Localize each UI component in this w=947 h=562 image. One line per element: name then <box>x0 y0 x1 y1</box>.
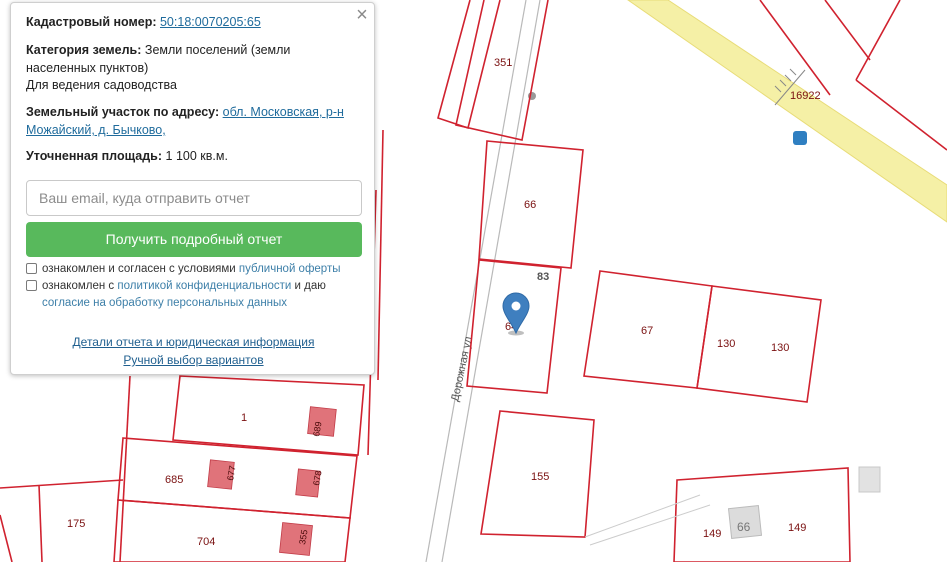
land-category-row: Категория земель: Земли поселений (земли <box>26 41 290 59</box>
get-report-button[interactable]: Получить подробный отчет <box>26 222 362 257</box>
bus-stop-icon <box>793 131 807 145</box>
address-row-line2: Можайский, д. Бычково, <box>26 121 166 139</box>
street-line <box>425 0 527 562</box>
plot-704 <box>113 499 351 562</box>
plot-label-149b: 149 <box>788 522 806 534</box>
privacy-consent-checkbox[interactable] <box>26 280 37 291</box>
plot-label-66: 66 <box>524 199 536 211</box>
offer-consent-label: ознакомлен и согласен с условиями <box>42 263 236 275</box>
privacy-policy-link[interactable]: политикой конфиденциальности <box>117 280 291 292</box>
plot-label-130b: 130 <box>771 342 789 354</box>
area-label: Уточненная площадь: <box>26 149 163 163</box>
address-label: Земельный участок по адресу: <box>26 105 220 119</box>
land-category-label: Категория земель: <box>26 43 142 57</box>
email-input[interactable] <box>26 180 362 216</box>
manual-row: Ручной выбор вариантов <box>11 352 376 368</box>
report-details-link[interactable]: Детали отчета и юридическая информация <box>73 335 315 349</box>
address-row: Земельный участок по адресу: обл. Москов… <box>26 103 344 121</box>
land-use-value: Для ведения садоводства <box>26 78 177 92</box>
plot-149 <box>673 467 851 562</box>
details-row: Детали отчета и юридическая информация <box>11 334 376 350</box>
personal-data-consent-link[interactable]: согласие на обработку персональных данны… <box>42 297 287 309</box>
building-label-66: 66 <box>737 520 751 534</box>
cadastral-number-label: Кадастровый номер: <box>26 15 157 29</box>
cadastral-number-link[interactable]: 50:18:0070205:65 <box>160 15 261 29</box>
privacy-consent-text-line2: согласие на обработку персональных данны… <box>42 295 287 311</box>
plot-label-1: 1 <box>241 412 247 424</box>
offer-consent-text: ознакомлен и согласен с условиями публич… <box>42 261 341 277</box>
plot-label-67: 67 <box>641 325 653 337</box>
building-label-677: 677 <box>225 465 237 482</box>
building-label-678: 678 <box>311 470 323 487</box>
plot-label-16922: 16922 <box>790 90 821 102</box>
close-icon[interactable]: × <box>354 5 370 25</box>
privacy-consent-label-a: ознакомлен с <box>42 280 115 292</box>
area-row: Уточненная площадь: 1 100 кв.м. <box>26 147 228 165</box>
plot-label-149a: 149 <box>703 528 721 540</box>
privacy-consent-text: ознакомлен с политикой конфиденциальност… <box>42 278 326 294</box>
address-link[interactable]: обл. Московская, р-н <box>223 105 344 119</box>
plot-label-155: 155 <box>531 471 549 483</box>
area-value: 1 100 кв.м. <box>165 149 228 163</box>
main-road <box>627 0 947 223</box>
building-gray <box>858 466 881 493</box>
plot-label-704: 704 <box>197 536 215 548</box>
plot-label-83: 83 <box>537 271 549 283</box>
cadastral-number-row: Кадастровый номер: 50:18:0070205:65 <box>26 13 261 31</box>
land-category-value: Земли поселений (земли <box>144 43 291 57</box>
street-line <box>441 0 541 562</box>
manual-selection-link[interactable]: Ручной выбор вариантов <box>123 353 263 367</box>
plot-label-685: 685 <box>165 474 183 486</box>
plot-label-175: 175 <box>67 518 85 530</box>
land-category-value-line2: населенных пунктов) <box>26 61 149 75</box>
public-offer-link[interactable]: публичной оферты <box>239 263 341 275</box>
plot-info-popup: × Кадастровый номер: 50:18:0070205:65 Ка… <box>10 2 375 375</box>
plot-label-351: 351 <box>494 57 512 69</box>
path-lines <box>584 494 711 546</box>
offer-consent-checkbox[interactable] <box>26 263 37 274</box>
plot-label-130a: 130 <box>717 338 735 350</box>
privacy-consent-label-b: и даю <box>294 280 326 292</box>
address-link-line2[interactable]: Можайский, д. Бычково, <box>26 123 166 137</box>
plot-130 <box>696 285 822 403</box>
